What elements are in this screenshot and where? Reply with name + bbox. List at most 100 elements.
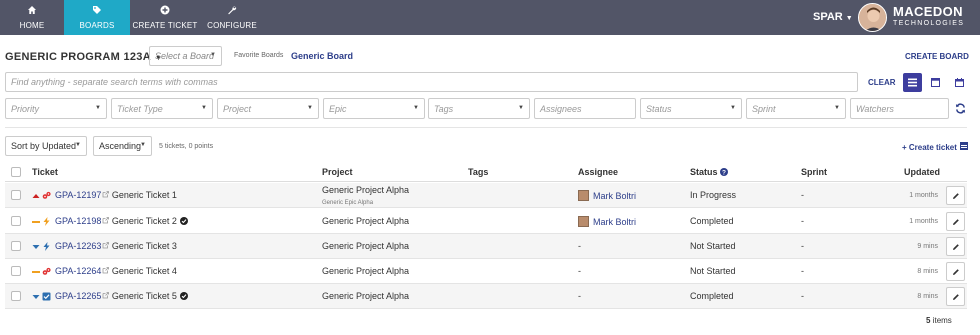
favorite-board-link[interactable]: Generic Board [291,51,353,61]
svg-text:?: ? [722,169,726,176]
task-checkbox-icon [42,292,51,301]
edit-button[interactable] [946,262,965,281]
status-text: Completed [690,216,734,226]
epic-name: Generic Epic Alpha [322,200,374,206]
edit-button[interactable] [946,212,965,231]
nav-tab-boards[interactable]: BOARDS [64,0,130,35]
edit-button[interactable] [946,237,965,256]
priority-low-icon [32,295,40,299]
items-count: 5 items [926,316,952,325]
filter-assignees[interactable]: Assignees [534,98,636,119]
help-icon[interactable]: ? [720,168,729,176]
ticket-name: Generic Ticket 2 [111,216,177,226]
row-checkbox[interactable] [11,241,21,251]
create-board-button[interactable]: CREATE BOARD [905,52,969,61]
nav-tab-label: BOARDS [79,21,115,30]
chevron-down-icon: ▼ [140,142,146,148]
create-ticket-button[interactable]: + Create ticket [902,143,957,152]
sprint-text: - [801,241,804,251]
external-link-icon[interactable] [102,292,110,299]
board-view-button[interactable] [926,73,945,92]
filter-tags[interactable]: Tags ▼ [428,98,530,119]
table-row[interactable]: GPA-12198 Generic Ticket 2 Generic Proje… [5,209,967,234]
refresh-icon[interactable] [955,103,966,114]
table-row[interactable]: GPA-12197 Generic Ticket 1 Generic Proje… [5,183,967,208]
assignee-link[interactable]: Mark Boltri [593,191,636,201]
status-text: Completed [690,291,734,301]
table-row[interactable]: GPA-12263 Generic Ticket 3 Generic Proje… [5,234,967,259]
assignee-text: - [578,266,581,276]
program-selector[interactable]: GENERIC PROGRAM 123A ▼ [5,51,162,63]
filter-label: Epic [329,104,347,114]
project-name: Generic Project Alpha [322,291,410,301]
filter-project[interactable]: Project ▼ [217,98,319,119]
header-project[interactable]: Project [322,167,353,177]
list-view-button[interactable] [903,73,922,92]
row-checkbox[interactable] [11,216,21,226]
filter-ticket-type[interactable]: Ticket Type ▼ [111,98,213,119]
external-link-icon[interactable] [102,217,110,224]
filter-label: Sprint [752,104,776,114]
header-ticket[interactable]: Ticket [32,167,58,177]
filter-status[interactable]: Status ▼ [640,98,742,119]
assignee-link[interactable]: Mark Boltri [593,217,636,227]
header-tags[interactable]: Tags [468,167,488,177]
board-select[interactable]: Select a Board ▼ [149,46,222,66]
avatar[interactable] [858,3,887,32]
sprint-text: - [801,266,804,276]
table-header: Ticket Project Tags Assignee Status ? Sp… [5,160,967,182]
table-row[interactable]: GPA-12265 Generic Ticket 5 Generic Proje… [5,284,967,309]
row-checkbox[interactable] [11,190,21,200]
ticket-key-link[interactable]: GPA-12264 [55,266,101,276]
updated-text: 8 mins [917,293,938,300]
filter-watchers[interactable]: Watchers [850,98,949,119]
user-menu[interactable]: SPAR ▼ [813,11,853,23]
sort-order-label: Ascending [99,141,142,151]
filter-label: Ticket Type [117,104,163,114]
chevron-down-icon: ▼ [95,105,101,111]
nav-tab-create-ticket[interactable]: CREATE TICKET [130,0,200,35]
clear-button[interactable]: CLEAR [868,78,896,87]
chevron-down-icon: ▼ [210,52,216,58]
updated-text: 8 mins [917,268,938,275]
row-checkbox[interactable] [11,291,21,301]
chevron-down-icon: ▼ [730,105,736,111]
sort-order-select[interactable]: Ascending ▼ [93,136,152,156]
sprint-text: - [801,291,804,301]
filter-priority[interactable]: Priority ▼ [5,98,107,119]
filter-label: Watchers [856,104,894,114]
project-name: Generic Project Alpha [322,241,410,251]
ticket-key-link[interactable]: GPA-12263 [55,241,101,251]
select-all-checkbox[interactable] [11,167,21,177]
ticket-count: 5 tickets, 0 points [159,143,214,150]
ticket-key-link[interactable]: GPA-12198 [55,216,101,226]
filter-sprint[interactable]: Sprint ▼ [746,98,846,119]
ticket-key-link[interactable]: GPA-12197 [55,190,101,200]
table-row[interactable]: GPA-12264 Generic Ticket 4 Generic Proje… [5,259,967,284]
edit-button[interactable] [946,287,965,306]
header-status-label: Status [690,167,718,177]
header-sprint[interactable]: Sprint [801,167,827,177]
nav-tab-home[interactable]: HOME [0,0,64,35]
bug-icon [42,191,51,199]
search-input[interactable]: Find anything - separate search terms wi… [5,72,858,92]
external-link-icon[interactable] [102,191,110,198]
window-icon [931,78,940,87]
header-assignee[interactable]: Assignee [578,167,618,177]
updated-text: 9 mins [917,243,938,250]
header-updated[interactable]: Updated [904,167,940,177]
ticket-key-link[interactable]: GPA-12265 [55,291,101,301]
table-icon[interactable] [960,142,968,150]
external-link-icon[interactable] [102,242,110,249]
filter-epic[interactable]: Epic ▼ [323,98,425,119]
top-navigation: HOME BOARDS CREATE TICKET CONFIGURE SPAR… [0,0,980,35]
edit-button[interactable] [946,186,965,205]
nav-tab-configure[interactable]: CONFIGURE [200,0,264,35]
external-link-icon[interactable] [102,267,110,274]
sort-field-select[interactable]: Sort by Updated ▼ [5,136,87,156]
header-status[interactable]: Status ? [690,167,729,177]
calendar-view-button[interactable] [950,73,969,92]
row-checkbox[interactable] [11,266,21,276]
sprint-text: - [801,216,804,226]
priority-medium-icon [32,221,40,223]
